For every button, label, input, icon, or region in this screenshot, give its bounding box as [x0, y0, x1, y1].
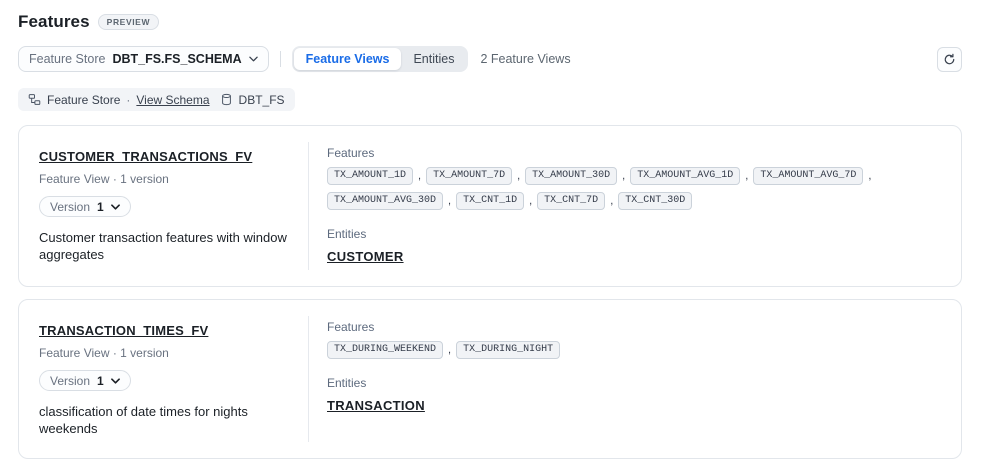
feature-view-card-customer-transactions: CUSTOMER_TRANSACTIONS_FV Feature View · … [18, 125, 962, 287]
feature-view-description: classification of date times for nights … [39, 404, 288, 438]
page-title: Features [18, 12, 90, 32]
entity-link[interactable]: TRANSACTION [327, 398, 425, 413]
breadcrumb-row: Feature Store · View Schema DBT_FS [18, 88, 962, 111]
feature-view-subtitle: Feature View · 1 version [39, 346, 288, 360]
feature-view-description: Customer transaction features with windo… [39, 230, 288, 264]
breadcrumb-separator: · [126, 93, 130, 107]
card-details: Features TX_AMOUNT_1D,TX_AMOUNT_7D,TX_AM… [309, 126, 961, 286]
toolbar-divider [280, 51, 281, 67]
feature-store-label: Feature Store [29, 52, 105, 66]
feature-store-value: DBT_FS.FS_SCHEMA [112, 52, 241, 66]
feature-view-title-link[interactable]: CUSTOMER_TRANSACTIONS_FV [39, 149, 252, 164]
chip-separator: , [745, 170, 748, 182]
breadcrumb: Feature Store · View Schema DBT_FS [18, 88, 295, 111]
breadcrumb-store-label: Feature Store [47, 93, 120, 107]
features-page: Features PREVIEW Feature Store DBT_FS.FS… [0, 0, 985, 459]
feature-view-title-link[interactable]: TRANSACTION_TIMES_FV [39, 323, 208, 338]
breadcrumb-database: DBT_FS [239, 93, 285, 107]
feature-chip: TX_CNT_7D [537, 192, 605, 210]
feature-chip-list: TX_DURING_WEEKEND, TX_DURING_NIGHT [327, 341, 937, 359]
tab-entities[interactable]: Entities [401, 48, 466, 70]
features-label: Features [327, 146, 937, 160]
feature-chip: TX_AMOUNT_AVG_1D [630, 167, 740, 185]
feature-chip: TX_AMOUNT_30D [525, 167, 617, 185]
view-tabs: Feature Views Entities [292, 46, 469, 72]
features-label: Features [327, 320, 937, 334]
version-label: Version [50, 374, 90, 388]
chip-separator: , [418, 170, 421, 182]
preview-badge: PREVIEW [98, 14, 159, 30]
feature-store-dropdown[interactable]: Feature Store DBT_FS.FS_SCHEMA [18, 46, 269, 72]
version-dropdown[interactable]: Version 1 [39, 196, 131, 217]
version-value: 1 [97, 200, 104, 214]
feature-chip-list: TX_AMOUNT_1D, TX_AMOUNT_7D, TX_AMOUNT_30D,… [327, 167, 937, 210]
feature-chip: TX_AMOUNT_AVG_7D [753, 167, 863, 185]
chip-separator: , [448, 195, 451, 207]
page-header: Features PREVIEW [18, 12, 962, 32]
version-value: 1 [97, 374, 104, 388]
feature-view-card-transaction-times: TRANSACTION_TIMES_FV Feature View · 1 ve… [18, 299, 962, 459]
feature-view-subtitle: Feature View · 1 version [39, 172, 288, 186]
toolbar: Feature Store DBT_FS.FS_SCHEMA Feature V… [18, 46, 962, 72]
card-details: Features TX_DURING_WEEKEND, TX_DURING_NIG… [309, 300, 961, 458]
version-dropdown[interactable]: Version 1 [39, 370, 131, 391]
chip-separator: , [517, 170, 520, 182]
feature-view-list: CUSTOMER_TRANSACTIONS_FV Feature View · … [18, 125, 962, 459]
entities-label: Entities [327, 227, 937, 241]
entity-link[interactable]: CUSTOMER [327, 249, 404, 264]
database-icon [220, 93, 233, 106]
chevron-down-icon [111, 204, 120, 210]
feature-chip: TX_DURING_NIGHT [456, 341, 560, 359]
card-summary: CUSTOMER_TRANSACTIONS_FV Feature View · … [19, 126, 308, 286]
version-label: Version [50, 200, 90, 214]
feature-chip: TX_AMOUNT_7D [426, 167, 512, 185]
chip-separator: , [529, 195, 532, 207]
chevron-down-icon [111, 378, 120, 384]
chip-separator: , [868, 170, 871, 182]
feature-views-count: 2 Feature Views [480, 52, 570, 66]
feature-chip: TX_DURING_WEEKEND [327, 341, 443, 359]
view-schema-link[interactable]: View Schema [136, 93, 209, 107]
feature-chip: TX_CNT_1D [456, 192, 524, 210]
feature-chip: TX_AMOUNT_1D [327, 167, 413, 185]
schema-icon [28, 93, 41, 106]
refresh-icon [943, 53, 956, 66]
card-summary: TRANSACTION_TIMES_FV Feature View · 1 ve… [19, 300, 308, 458]
refresh-button[interactable] [937, 47, 962, 72]
chevron-down-icon [249, 56, 258, 62]
feature-chip: TX_AMOUNT_AVG_30D [327, 192, 443, 210]
tab-feature-views[interactable]: Feature Views [294, 48, 402, 70]
feature-chip: TX_CNT_30D [618, 192, 692, 210]
chip-separator: , [610, 195, 613, 207]
chip-separator: , [622, 170, 625, 182]
entities-label: Entities [327, 376, 937, 390]
chip-separator: , [448, 344, 451, 356]
